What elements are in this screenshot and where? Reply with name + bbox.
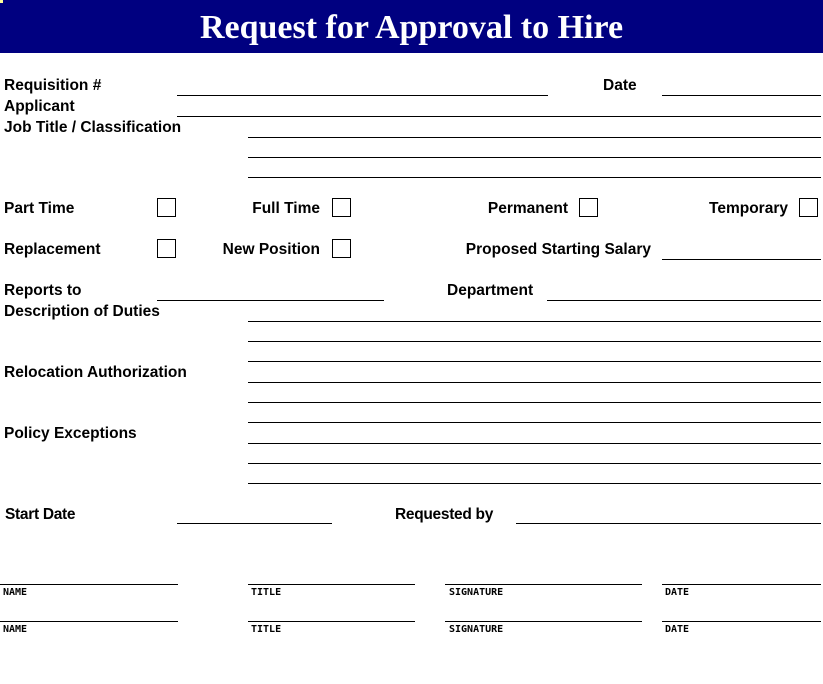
new-position-checkbox[interactable] [332, 239, 351, 258]
title-field-2[interactable] [248, 621, 415, 622]
proposed-salary-field[interactable] [662, 259, 821, 260]
date-caption-1: DATE [665, 587, 690, 598]
relocation-field-1[interactable] [248, 382, 821, 383]
requested-by-label: Requested by [395, 506, 494, 523]
signature-caption-2: SIGNATURE [449, 624, 504, 635]
name-field-1[interactable] [0, 584, 178, 585]
applicant-field[interactable] [177, 116, 821, 117]
permanent-label: Permanent [487, 200, 568, 217]
requested-by-field[interactable] [516, 523, 821, 524]
part-time-checkbox[interactable] [157, 198, 176, 217]
start-date-field[interactable] [177, 523, 332, 524]
signature-caption-1: SIGNATURE [449, 587, 504, 598]
replacement-label: Replacement [4, 241, 101, 258]
name-caption-2: NAME [3, 624, 28, 635]
job-title-field-1[interactable] [248, 137, 821, 138]
title-caption-1: TITLE [251, 587, 282, 598]
job-title-field-3[interactable] [248, 177, 821, 178]
policy-field-3[interactable] [248, 483, 821, 484]
requisition-field[interactable] [177, 95, 548, 96]
policy-field-1[interactable] [248, 443, 821, 444]
applicant-label: Applicant [4, 98, 75, 115]
temporary-label: Temporary [709, 200, 788, 217]
new-position-label: New Position [222, 241, 320, 258]
full-time-label: Full Time [252, 200, 320, 217]
form-header: Request for Approval to Hire [0, 0, 823, 53]
name-caption-1: NAME [3, 587, 28, 598]
relocation-field-2[interactable] [248, 402, 821, 403]
job-title-field-2[interactable] [248, 157, 821, 158]
proposed-salary-label: Proposed Starting Salary [465, 241, 651, 258]
permanent-checkbox[interactable] [579, 198, 598, 217]
form-title: Request for Approval to Hire [199, 9, 624, 46]
title-caption-2: TITLE [251, 624, 282, 635]
signature-field-2[interactable] [445, 621, 642, 622]
replacement-checkbox[interactable] [157, 239, 176, 258]
description-field-3[interactable] [248, 361, 821, 362]
relocation-label: Relocation Authorization [4, 364, 187, 381]
relocation-field-3[interactable] [248, 422, 821, 423]
department-label: Department [447, 282, 534, 299]
temporary-checkbox[interactable] [799, 198, 818, 217]
policy-label: Policy Exceptions [4, 425, 137, 442]
policy-field-2[interactable] [248, 463, 821, 464]
sign-date-field-2[interactable] [662, 621, 821, 622]
description-label: Description of Duties [4, 303, 160, 320]
description-field-2[interactable] [248, 341, 821, 342]
department-field[interactable] [547, 300, 821, 301]
signature-field-1[interactable] [445, 584, 642, 585]
date-caption-2: DATE [665, 624, 690, 635]
reports-to-field[interactable] [157, 300, 384, 301]
date-label: Date [603, 77, 637, 94]
description-field-1[interactable] [248, 321, 821, 322]
reports-to-label: Reports to [4, 282, 82, 299]
full-time-checkbox[interactable] [332, 198, 351, 217]
date-field[interactable] [662, 95, 821, 96]
job-title-label: Job Title / Classification [4, 119, 182, 136]
title-field-1[interactable] [248, 584, 415, 585]
requisition-label: Requisition # [4, 77, 102, 94]
name-field-2[interactable] [0, 621, 178, 622]
sign-date-field-1[interactable] [662, 584, 821, 585]
part-time-label: Part Time [4, 200, 75, 217]
start-date-label: Start Date [5, 506, 76, 523]
